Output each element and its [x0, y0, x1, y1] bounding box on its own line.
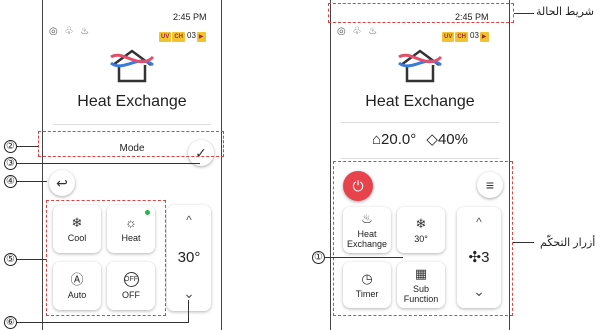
leader-line: [325, 257, 403, 258]
divider: [341, 158, 499, 159]
heat-exchange-icon: [110, 49, 155, 83]
leader-line: [17, 146, 38, 147]
temp-up-button[interactable]: ^: [167, 213, 211, 227]
callout-5: ⑤: [4, 253, 17, 266]
fan-badge-icon: ▶: [196, 32, 206, 42]
callout-3: ③: [4, 157, 17, 170]
divider: [341, 122, 499, 123]
leader-line: [17, 181, 47, 182]
back-button[interactable]: ↩: [49, 170, 75, 196]
page-title: Heat Exchange: [365, 93, 475, 110]
back-arrow-icon: ↩: [56, 174, 68, 191]
status-icons: ◎ ♧ ♨: [337, 26, 380, 37]
uv-badge: UV: [159, 32, 172, 42]
mode-highlight: [38, 131, 224, 157]
leader-line: [17, 259, 46, 260]
callout-1: ①: [312, 251, 325, 264]
ch-badge: CH: [455, 32, 469, 42]
uv-badge: UV: [442, 32, 455, 42]
leader-line: [188, 300, 189, 322]
control-buttons-highlight: [333, 161, 513, 316]
leader-line: [514, 13, 534, 14]
channel-number: 03: [470, 31, 479, 40]
heat-exchange-icon: [398, 49, 443, 83]
ch-badge: CH: [172, 32, 186, 42]
status-bar-label: شريط الحالة: [536, 6, 594, 18]
mode-buttons-highlight: [46, 200, 166, 316]
status-bar-highlight: [328, 3, 514, 23]
temp-down-button[interactable]: ⌄: [167, 285, 211, 302]
control-buttons-label: أزرار التحكّم: [540, 237, 596, 249]
temperature-value: 30°: [177, 249, 201, 266]
status-badges: UV CH 03 ▶: [441, 25, 489, 43]
callout-4: ④: [4, 175, 17, 188]
house-thermometer-icon: ⌂: [371, 131, 382, 148]
room-readings: ⌂20.0° ◇40%: [331, 130, 509, 148]
droplet-icon: ◇: [426, 131, 438, 148]
room-temperature: 20.0°: [381, 131, 417, 148]
divider: [53, 124, 211, 125]
temperature-control: ^ 30° ⌄: [167, 205, 211, 311]
callout-6: ⑥: [4, 316, 17, 329]
page-title: Heat Exchange: [77, 93, 187, 110]
fan-badge-icon: ▶: [479, 32, 489, 42]
status-time: 2:45 PM: [173, 12, 207, 22]
room-humidity: 40%: [437, 131, 468, 148]
leader-line: [513, 242, 534, 243]
status-badges: UV CH 03 ▶: [158, 25, 206, 43]
channel-number: 03: [187, 31, 196, 40]
leader-line: [17, 322, 189, 323]
leader-line: [17, 163, 200, 164]
callout-2: ②: [4, 140, 17, 153]
status-icons: ◎ ♧ ♨: [49, 26, 92, 37]
